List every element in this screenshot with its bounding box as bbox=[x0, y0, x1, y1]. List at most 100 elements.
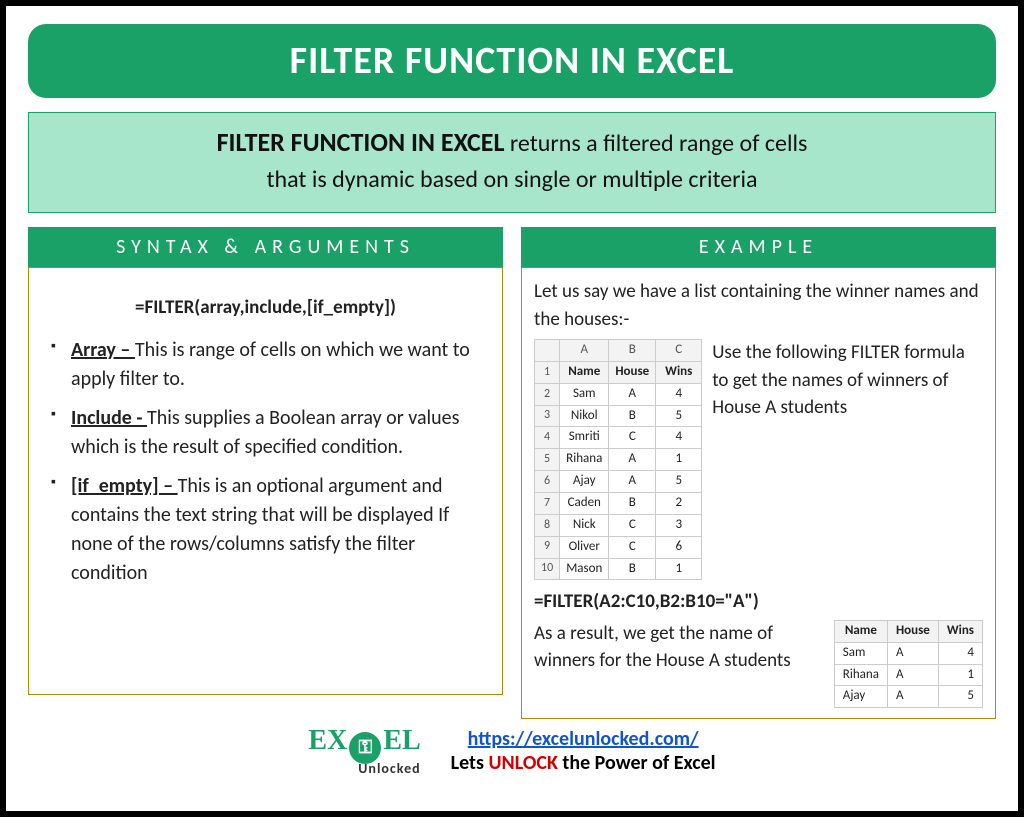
tag-pre: Lets bbox=[451, 751, 489, 775]
row-number: 10 bbox=[535, 558, 560, 580]
cell: A bbox=[609, 383, 656, 405]
table-row: 4SmritiC4 bbox=[535, 427, 702, 449]
cell: C bbox=[609, 536, 656, 558]
cell: 4 bbox=[656, 383, 702, 405]
cell: A bbox=[609, 471, 656, 493]
cell: 5 bbox=[656, 405, 702, 427]
syntax-header: SYNTAX & ARGUMENTS bbox=[28, 227, 503, 267]
argument-list: Array – This is range of cells on which … bbox=[45, 336, 486, 588]
cell: A bbox=[887, 642, 938, 664]
row-number: 7 bbox=[535, 493, 560, 515]
cell: Mason bbox=[560, 558, 609, 580]
table-row: AjayA5 bbox=[834, 686, 982, 708]
argument-name: [if_empty] – bbox=[71, 474, 178, 498]
argument-name: Include - bbox=[71, 406, 147, 430]
cell: 4 bbox=[938, 642, 982, 664]
example-column: EXAMPLE Let us say we have a list contai… bbox=[521, 227, 996, 719]
header-cell: Wins bbox=[656, 361, 702, 383]
argument-item: Include - This supplies a Boolean array … bbox=[51, 404, 486, 462]
result-text: As a result, we get the name of winners … bbox=[534, 620, 824, 675]
cell: Rihana bbox=[834, 664, 887, 686]
footer-text: https://excelunlocked.com/ Lets UNLOCK t… bbox=[451, 727, 716, 775]
cell: 1 bbox=[938, 664, 982, 686]
cell: C bbox=[609, 427, 656, 449]
row-number: 1 bbox=[535, 361, 560, 383]
cell: Oliver bbox=[560, 536, 609, 558]
cell: 1 bbox=[656, 558, 702, 580]
tag-post: the Power of Excel bbox=[558, 751, 716, 775]
row-number: 9 bbox=[535, 536, 560, 558]
header-cell: Name bbox=[560, 361, 609, 383]
syntax-column: SYNTAX & ARGUMENTS =FILTER(array,include… bbox=[28, 227, 503, 719]
syntax-body: =FILTER(array,include,[if_empty]) Array … bbox=[28, 267, 503, 695]
table-row: Name House Wins bbox=[834, 620, 982, 642]
description-banner: FILTER FUNCTION IN EXCEL returns a filte… bbox=[28, 112, 996, 213]
col-letter: C bbox=[656, 340, 702, 362]
cell: C bbox=[609, 514, 656, 536]
table-row: 2SamA4 bbox=[535, 383, 702, 405]
example-body: Let us say we have a list containing the… bbox=[521, 267, 996, 719]
table-row: SamA4 bbox=[834, 642, 982, 664]
cell: 6 bbox=[656, 536, 702, 558]
row-number: 5 bbox=[535, 449, 560, 471]
argument-item: [if_empty] – This is an optional argumen… bbox=[51, 472, 486, 588]
footer-link[interactable]: https://excelunlocked.com/ bbox=[451, 727, 716, 751]
table-row: 3NikolB5 bbox=[535, 405, 702, 427]
syntax-formula: =FILTER(array,include,[if_empty]) bbox=[45, 294, 486, 322]
table-row: A B C bbox=[535, 340, 702, 362]
footer-tagline: Lets UNLOCK the Power of Excel bbox=[451, 751, 716, 775]
logo-text-prefix: EX bbox=[308, 725, 347, 756]
cell: Nikol bbox=[560, 405, 609, 427]
cell: Smriti bbox=[560, 427, 609, 449]
example-intro: Let us say we have a list containing the… bbox=[534, 278, 983, 333]
description-line1: returns a filtered range of cells bbox=[504, 129, 807, 158]
row-number: 6 bbox=[535, 471, 560, 493]
table-row: 10MasonB1 bbox=[535, 558, 702, 580]
example-side-text: Use the following FILTER formula to get … bbox=[712, 339, 983, 422]
table-row: 8NickC3 bbox=[535, 514, 702, 536]
table-row: 1 Name House Wins bbox=[535, 361, 702, 383]
header-cell: House bbox=[609, 361, 656, 383]
tag-unlock: UNLOCK bbox=[489, 751, 558, 775]
description-bold: FILTER FUNCTION IN EXCEL bbox=[217, 126, 505, 158]
result-table: Name House Wins SamA4 RihanaA1 AjayA5 bbox=[834, 620, 983, 708]
header-cell: Name bbox=[834, 620, 887, 642]
cell: 5 bbox=[938, 686, 982, 708]
logo: EX⚿EL Unlocked bbox=[308, 725, 420, 777]
columns-container: SYNTAX & ARGUMENTS =FILTER(array,include… bbox=[28, 227, 996, 719]
col-letter: A bbox=[560, 340, 609, 362]
table-row: 9OliverC6 bbox=[535, 536, 702, 558]
table-row: 6AjayA5 bbox=[535, 471, 702, 493]
cell: 4 bbox=[656, 427, 702, 449]
cell: 1 bbox=[656, 449, 702, 471]
table-row: 5RihanaA1 bbox=[535, 449, 702, 471]
cell: Rihana bbox=[560, 449, 609, 471]
page: FILTER FUNCTION IN EXCEL FILTER FUNCTION… bbox=[0, 0, 1024, 817]
cell: A bbox=[887, 664, 938, 686]
example-formula: =FILTER(A2:C10,B2:B10="A") bbox=[534, 588, 983, 616]
cell: Ajay bbox=[560, 471, 609, 493]
result-row: As a result, we get the name of winners … bbox=[534, 620, 983, 708]
corner-cell bbox=[535, 340, 560, 362]
cell: Sam bbox=[834, 642, 887, 664]
row-number: 4 bbox=[535, 427, 560, 449]
header-cell: Wins bbox=[938, 620, 982, 642]
argument-name: Array – bbox=[71, 338, 135, 362]
col-letter: B bbox=[609, 340, 656, 362]
example-header: EXAMPLE bbox=[521, 227, 996, 267]
cell: A bbox=[609, 449, 656, 471]
example-row1: A B C 1 Name House Wins 2SamA4 3NikolB5 … bbox=[534, 339, 983, 580]
source-table: A B C 1 Name House Wins 2SamA4 3NikolB5 … bbox=[534, 339, 702, 580]
table-row: 7CadenB2 bbox=[535, 493, 702, 515]
footer: EX⚿EL Unlocked https://excelunlocked.com… bbox=[28, 725, 996, 777]
row-number: 2 bbox=[535, 383, 560, 405]
cell: B bbox=[609, 405, 656, 427]
row-number: 3 bbox=[535, 405, 560, 427]
header-cell: House bbox=[887, 620, 938, 642]
logo-text-suffix: EL bbox=[383, 725, 420, 756]
cell: Sam bbox=[560, 383, 609, 405]
cell: 2 bbox=[656, 493, 702, 515]
cell: Nick bbox=[560, 514, 609, 536]
cell: Ajay bbox=[834, 686, 887, 708]
cell: 3 bbox=[656, 514, 702, 536]
